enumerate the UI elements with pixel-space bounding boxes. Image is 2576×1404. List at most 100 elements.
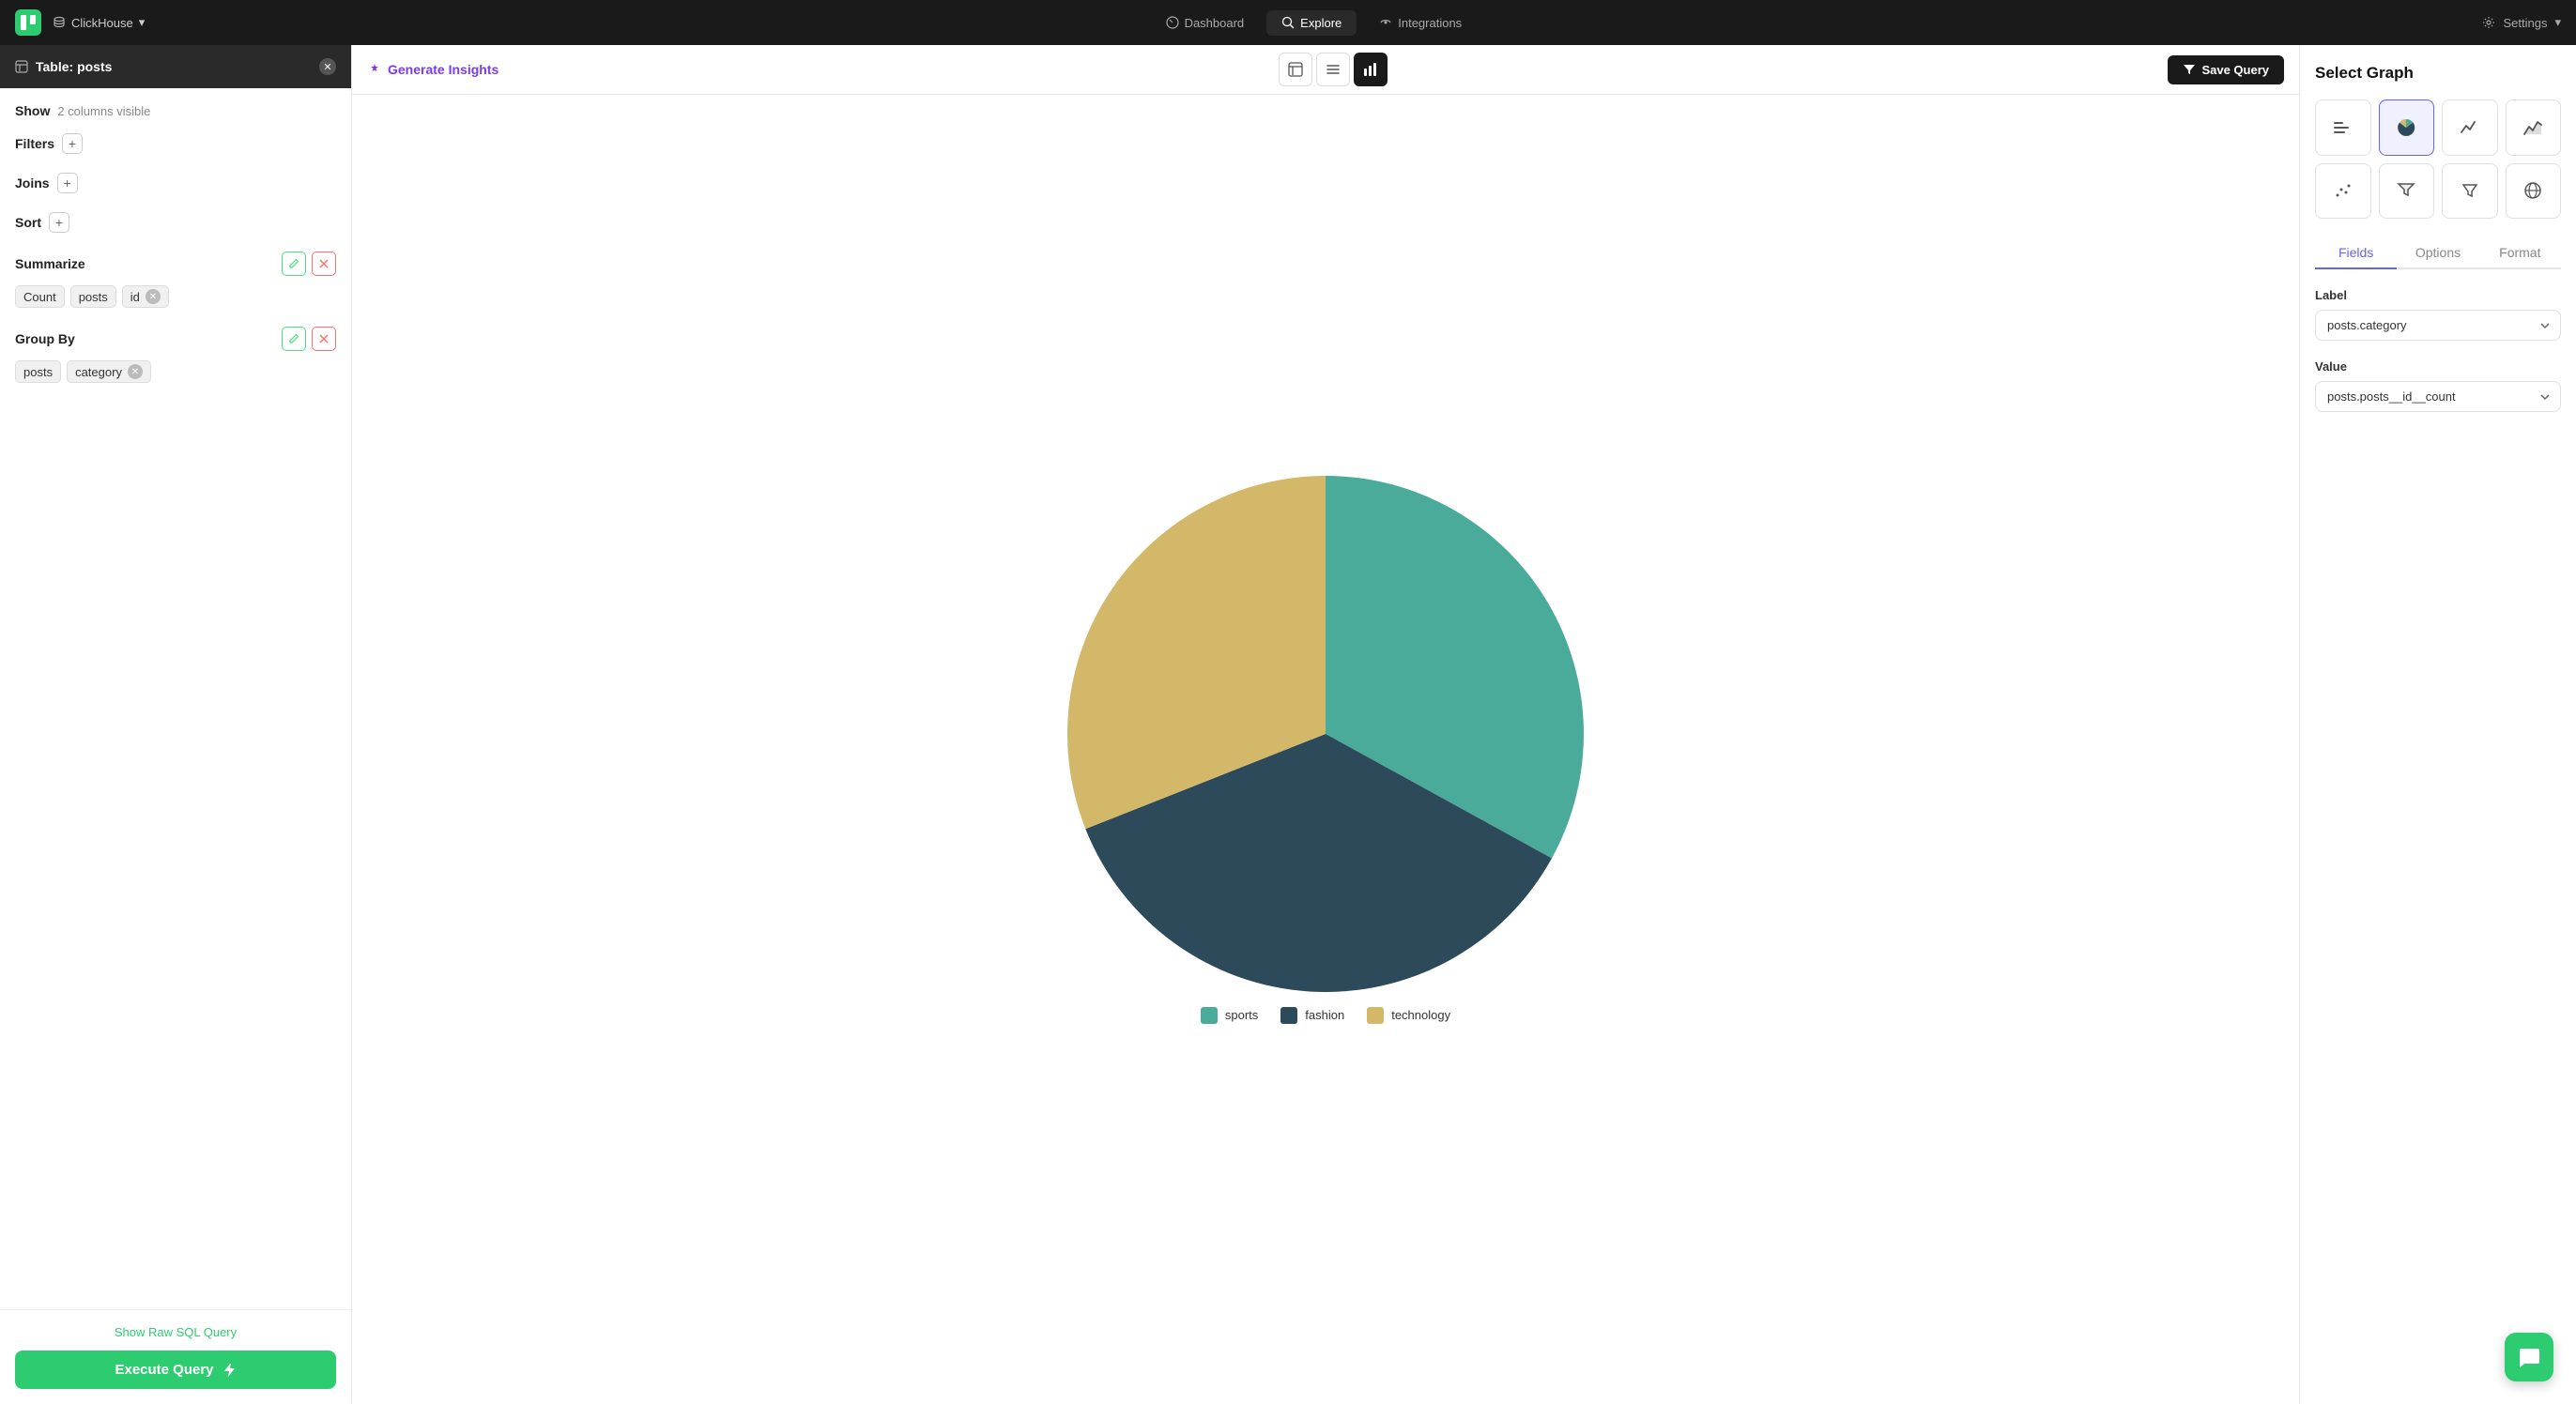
tag-count: Count bbox=[15, 285, 65, 308]
execute-query-button[interactable]: Execute Query bbox=[15, 1351, 336, 1389]
area-icon bbox=[2522, 117, 2543, 138]
graph-type-grid bbox=[2315, 99, 2561, 219]
value-field-select[interactable]: posts.posts__id__count bbox=[2315, 381, 2561, 412]
nav-integrations[interactable]: Integrations bbox=[1364, 10, 1477, 36]
tab-fields[interactable]: Fields bbox=[2315, 237, 2397, 269]
sidebar-header: Table: posts ✕ bbox=[0, 45, 351, 88]
generate-insights-button[interactable]: Generate Insights bbox=[367, 62, 498, 77]
groupby-label: Group By bbox=[15, 331, 75, 346]
list-view-button[interactable] bbox=[1316, 53, 1350, 86]
delete-icon-gb bbox=[318, 333, 330, 344]
nav-explore[interactable]: Explore bbox=[1266, 10, 1357, 36]
globe-icon bbox=[2522, 180, 2543, 201]
nav-center: Dashboard Explore Integrations bbox=[152, 10, 2475, 36]
tag-id-close[interactable]: ✕ bbox=[146, 289, 161, 304]
tag-posts: posts bbox=[70, 285, 116, 308]
sidebar-footer: Show Raw SQL Query Execute Query bbox=[0, 1309, 351, 1404]
tag-category: category ✕ bbox=[67, 360, 151, 383]
right-panel-title: Select Graph bbox=[2315, 64, 2561, 83]
summarize-delete-button[interactable] bbox=[312, 252, 336, 276]
sort-label: Sort bbox=[15, 215, 41, 230]
tab-options[interactable]: Options bbox=[2397, 237, 2478, 269]
graph-line-button[interactable] bbox=[2442, 99, 2498, 156]
edit-icon bbox=[288, 258, 299, 269]
tag-id: id ✕ bbox=[122, 285, 169, 308]
db-name: ClickHouse bbox=[71, 16, 133, 30]
pie-icon bbox=[2396, 117, 2416, 138]
legend-sports-dot bbox=[1201, 1007, 1218, 1024]
chat-icon bbox=[2517, 1345, 2541, 1369]
chart-legend: sports fashion technology bbox=[1201, 1007, 1450, 1024]
filters-section: Filters + bbox=[15, 133, 336, 154]
sparkle-icon bbox=[367, 62, 382, 77]
funnel-area-icon bbox=[2396, 180, 2416, 201]
bolt-icon bbox=[222, 1363, 237, 1378]
content-area: Generate Insights Save Query bbox=[352, 45, 2299, 1404]
joins-add-button[interactable]: + bbox=[57, 173, 78, 193]
panel-tabs: Fields Options Format bbox=[2315, 237, 2561, 269]
graph-scatter-button[interactable] bbox=[2315, 163, 2371, 220]
chart-view-button[interactable] bbox=[1354, 53, 1388, 86]
integrations-icon bbox=[1379, 16, 1392, 29]
filters-label: Filters bbox=[15, 136, 54, 151]
summarize-section: Summarize Count posts id bbox=[15, 252, 336, 308]
right-panel: Select Graph bbox=[2299, 45, 2576, 1404]
table-title: Table: posts bbox=[15, 59, 112, 74]
graph-area-button[interactable] bbox=[2506, 99, 2562, 156]
db-selector[interactable]: ClickHouse ▾ bbox=[53, 15, 145, 30]
scatter-icon bbox=[2333, 180, 2354, 201]
tag-posts-gb: posts bbox=[15, 360, 61, 383]
sidebar-body: Show 2 columns visible Filters + Joins + bbox=[0, 88, 351, 1309]
tab-format[interactable]: Format bbox=[2479, 237, 2561, 269]
tag-category-close[interactable]: ✕ bbox=[128, 364, 143, 379]
db-chevron: ▾ bbox=[139, 15, 146, 30]
sidebar: Table: posts ✕ Show 2 columns visible Fi… bbox=[0, 45, 352, 1404]
view-buttons bbox=[1279, 53, 1388, 86]
funnel-icon bbox=[2460, 180, 2480, 201]
groupby-edit-button[interactable] bbox=[282, 327, 306, 351]
graph-funnel-button[interactable] bbox=[2442, 163, 2498, 220]
show-raw-sql-link[interactable]: Show Raw SQL Query bbox=[15, 1325, 336, 1339]
filters-add-button[interactable]: + bbox=[62, 133, 83, 154]
settings-menu[interactable]: Settings ▾ bbox=[2482, 15, 2561, 30]
graph-bar-list-button[interactable] bbox=[2315, 99, 2371, 156]
legend-technology-dot bbox=[1367, 1007, 1384, 1024]
label-field-select[interactable]: posts.category bbox=[2315, 310, 2561, 341]
bar-list-icon bbox=[2333, 117, 2354, 138]
dashboard-icon bbox=[1166, 16, 1179, 29]
content-toolbar: Generate Insights Save Query bbox=[352, 45, 2299, 95]
topnav: ClickHouse ▾ Dashboard Explore Integrati… bbox=[0, 0, 2576, 45]
sort-section: Sort + bbox=[15, 212, 336, 233]
table-view-icon bbox=[1288, 62, 1303, 77]
delete-icon bbox=[318, 258, 330, 269]
db-icon bbox=[53, 16, 66, 29]
chart-container: sports fashion technology bbox=[1067, 476, 1584, 1024]
joins-label: Joins bbox=[15, 176, 50, 191]
graph-pie-button[interactable] bbox=[2379, 99, 2435, 156]
sort-add-button[interactable]: + bbox=[49, 212, 69, 233]
graph-funnel-area-button[interactable] bbox=[2379, 163, 2435, 220]
table-icon bbox=[15, 60, 28, 73]
graph-globe-button[interactable] bbox=[2506, 163, 2562, 220]
summarize-edit-button[interactable] bbox=[282, 252, 306, 276]
summarize-label: Summarize bbox=[15, 256, 85, 271]
filter-icon bbox=[2183, 63, 2196, 76]
legend-fashion-dot bbox=[1280, 1007, 1297, 1024]
save-query-button[interactable]: Save Query bbox=[2168, 55, 2284, 84]
legend-fashion: fashion bbox=[1280, 1007, 1344, 1024]
settings-icon bbox=[2482, 16, 2495, 29]
close-table-button[interactable]: ✕ bbox=[319, 58, 336, 75]
explore-icon bbox=[1281, 16, 1295, 29]
chat-button[interactable] bbox=[2505, 1333, 2553, 1381]
pie-chart bbox=[1067, 476, 1584, 992]
legend-technology: technology bbox=[1367, 1007, 1450, 1024]
legend-sports: sports bbox=[1201, 1007, 1258, 1024]
table-view-button[interactable] bbox=[1279, 53, 1312, 86]
label-field-label: Label bbox=[2315, 288, 2561, 302]
app-logo bbox=[15, 9, 41, 36]
line-icon bbox=[2460, 117, 2480, 138]
edit-icon-gb bbox=[288, 333, 299, 344]
nav-dashboard[interactable]: Dashboard bbox=[1151, 10, 1260, 36]
chart-area: sports fashion technology bbox=[352, 95, 2299, 1404]
groupby-delete-button[interactable] bbox=[312, 327, 336, 351]
